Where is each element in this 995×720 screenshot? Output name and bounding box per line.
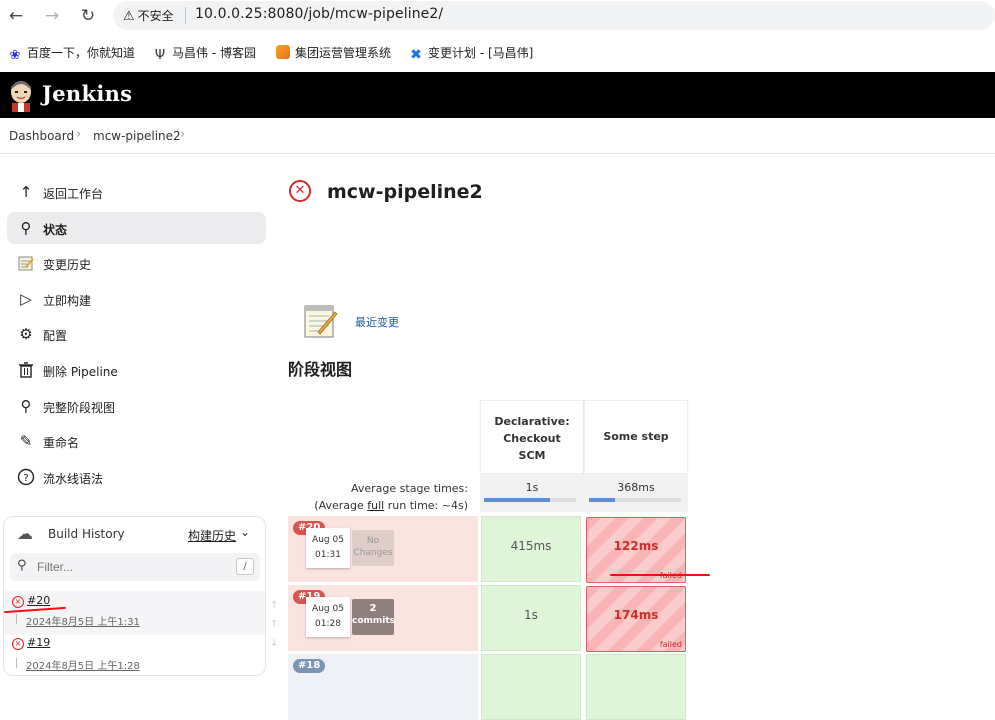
search-icon: ⚲ (20, 397, 32, 415)
chevron-right-icon[interactable]: › (180, 127, 185, 142)
cloud-icon: ☁ (17, 524, 33, 543)
bookmark-ops[interactable]: 集团运营管理系统 (276, 44, 391, 61)
failed-icon: × (12, 638, 24, 650)
failed-icon: × (12, 596, 24, 608)
gear-icon: ⚙ (19, 325, 33, 343)
forward-arrow-icon[interactable]: → (41, 5, 63, 27)
sidebar-item-pipeline-syntax[interactable]: ? 流水线语法 (7, 461, 266, 493)
average-times-label: Average stage times: (Average full run t… (314, 482, 468, 512)
build-history-panel: ☁ Build History 构建历史 ⌄ ⚲ / × #20 2024年8月… (3, 516, 266, 676)
address-bar[interactable]: ⚠ 不安全 10.0.0.25:8080/job/mcw-pipeline2/ (113, 1, 995, 30)
page-title: mcw-pipeline2 (327, 181, 483, 203)
chevron-down-icon[interactable]: ⌄ (240, 525, 250, 539)
bookmark-baidu[interactable]: ❀ 百度一下，你就知道 (8, 44, 135, 63)
build-number-link[interactable]: #20 (27, 594, 50, 607)
arrow-up-icon: ↑ (270, 600, 279, 611)
divider (16, 614, 17, 624)
svg-text:?: ? (23, 473, 28, 484)
breadcrumb-job[interactable]: mcw-pipeline2 (93, 129, 181, 143)
avg-time-bar-fill (484, 498, 551, 502)
run-changes[interactable]: 2 commits (352, 599, 395, 635)
breadcrumb-dashboard[interactable]: Dashboard (9, 129, 74, 143)
sidebar-item-status[interactable]: ⚲ 状态 (7, 212, 266, 244)
back-arrow-icon[interactable]: ← (5, 5, 27, 27)
help-icon: ? (16, 467, 36, 487)
stage-cell-success[interactable]: 415ms (481, 516, 581, 582)
sidebar-item-build-now[interactable]: ▷ 立即构建 (7, 283, 266, 315)
run-badge[interactable]: #18 (293, 659, 326, 673)
avg-time-some-step: 368ms (584, 474, 688, 512)
stage-cell-success[interactable] (481, 654, 581, 720)
search-icon: ⚲ (17, 558, 27, 573)
run-row[interactable]: #20 Aug 05 01:31 No Changes (288, 516, 478, 582)
red-annotation-stroke (610, 574, 710, 576)
run-changes[interactable]: No Changes (352, 530, 394, 566)
chevron-right-icon: › (76, 127, 82, 142)
notepad-icon (304, 305, 338, 338)
bookmark-cnblogs[interactable]: Ψ 马昌伟 - 博客园 (153, 44, 256, 63)
failed-status-icon: ✕ (289, 180, 311, 202)
build-trend-link[interactable]: 构建历史 (188, 527, 236, 544)
cross-icon: ✖ (410, 47, 422, 63)
full-run-link[interactable]: full (367, 499, 384, 512)
jenkins-header: Jenkins (0, 72, 995, 118)
stage-header-some-step: Some step (584, 400, 688, 474)
sidebar-item-configure[interactable]: ⚙ 配置 (7, 318, 266, 350)
avg-time-bar (589, 498, 681, 502)
run-date: Aug 05 01:31 (306, 528, 350, 568)
stage-cell-success[interactable] (586, 654, 686, 720)
run-date: Aug 05 01:28 (306, 597, 350, 637)
recent-changes-link[interactable]: 最近变更 (355, 314, 399, 330)
run-row[interactable]: #18 (288, 654, 478, 720)
arrow-up-icon: ↑ (19, 183, 33, 201)
warning-icon: ⚠ (123, 9, 135, 24)
play-icon: ▷ (20, 290, 32, 308)
divider (185, 7, 186, 24)
bookmark-change-plan[interactable]: ✖ 变更计划 - [马昌伟] (409, 44, 533, 62)
trash-icon (16, 360, 36, 380)
arrow-up-icon: ↑ (270, 619, 279, 630)
bookmarks-bar: ❀ 百度一下，你就知道 Ψ 马昌伟 - 博客园 集团运营管理系统 ✖ 变更计划 - [… (0, 38, 995, 66)
build-history-title: Build History (48, 527, 125, 541)
pencil-icon: ✎ (19, 432, 33, 450)
blog-icon: Ψ (154, 48, 166, 63)
scroll-hint: ↑ ↑ ↓ (270, 600, 278, 649)
breadcrumb: Dashboard › mcw-pipeline2 › (0, 118, 995, 154)
insecure-indicator[interactable]: ⚠ 不安全 (123, 7, 174, 24)
url-text[interactable]: 10.0.0.25:8080/job/mcw-pipeline2/ (195, 6, 443, 22)
shortcut-hint: / (236, 558, 254, 575)
notepad-icon (16, 253, 36, 273)
browser-toolbar: ← → ↻ ⚠ 不安全 10.0.0.25:8080/job/mcw-pipeli… (0, 0, 995, 32)
search-icon: ⚲ (20, 219, 32, 237)
sidebar-item-rename[interactable]: ✎ 重命名 (7, 425, 266, 457)
stage-cell-failed[interactable]: 174ms failed (586, 586, 686, 652)
jenkins-logo-icon[interactable] (8, 78, 34, 112)
sidebar-item-delete-pipeline[interactable]: 删除 Pipeline (7, 354, 266, 386)
sidebar-item-changes[interactable]: 变更历史 (7, 247, 266, 279)
avg-time-bar-fill (589, 498, 615, 502)
build-filter-input[interactable] (37, 557, 227, 577)
arrow-down-icon: ↓ (270, 638, 279, 649)
stage-cell-success[interactable]: 1s (481, 585, 581, 651)
avg-time-checkout: 1s (480, 474, 584, 512)
paw-icon: ❀ (9, 48, 21, 63)
sidebar-item-full-stage-view[interactable]: ⚲ 完整阶段视图 (7, 390, 266, 422)
build-filter[interactable]: ⚲ / (10, 553, 260, 581)
run-row[interactable]: #19 Aug 05 01:28 2 commits (288, 585, 478, 651)
flame-icon (276, 45, 290, 59)
build-date-link[interactable]: 2024年8月5日 上午1:31 (26, 613, 140, 628)
build-row[interactable]: × #20 2024年8月5日 上午1:31 (4, 591, 265, 635)
avg-time-bar (484, 498, 576, 502)
sidebar-item-back-to-dashboard[interactable]: ↑ 返回工作台 (7, 176, 266, 208)
stage-header-checkout: Declarative: Checkout SCM (480, 400, 584, 474)
build-date-link[interactable]: 2024年8月5日 上午1:28 (26, 657, 140, 672)
stage-view-heading: 阶段视图 (288, 360, 353, 379)
build-row[interactable]: × #19 2024年8月5日 上午1:28 (4, 635, 265, 679)
build-number-link[interactable]: #19 (27, 636, 50, 649)
reload-icon[interactable]: ↻ (77, 5, 99, 27)
app-title[interactable]: Jenkins (42, 81, 132, 106)
